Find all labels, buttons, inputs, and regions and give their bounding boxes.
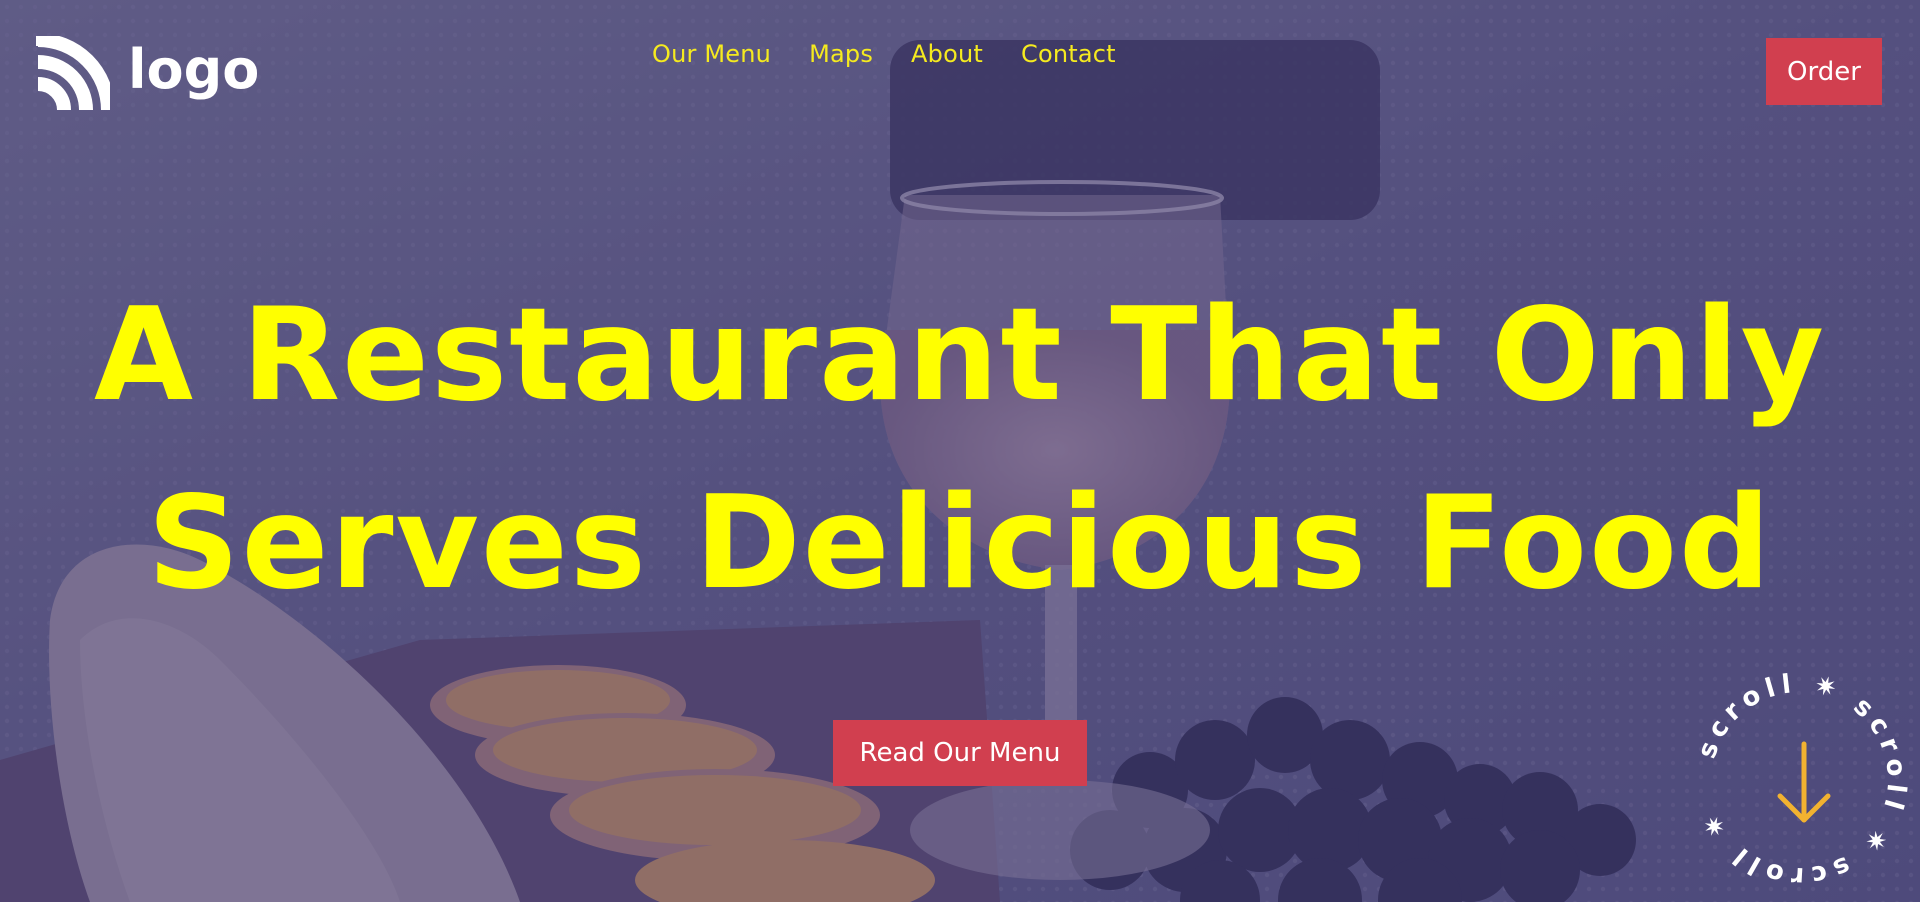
scroll-text-2: scroll (1848, 692, 1910, 819)
hero-section: logo Our Menu Maps About Contact Order A… (0, 0, 1920, 902)
nav-item-contact[interactable]: Contact (1021, 40, 1116, 68)
scroll-text-3: scroll (1724, 838, 1855, 890)
nav-item-about[interactable]: About (911, 40, 983, 68)
hero-headline-line-2: Serves Delicious Food (147, 469, 1773, 618)
rainbow-arcs-icon (36, 36, 110, 110)
arrow-down-icon (1777, 741, 1831, 823)
scroll-badge-text: scroll ✷ scroll ✷ scroll ✷ (1692, 670, 1910, 890)
read-menu-button[interactable]: Read Our Menu (833, 720, 1087, 786)
order-button[interactable]: Order (1766, 38, 1882, 105)
brand-logo[interactable]: logo (36, 36, 259, 110)
main-nav: Our Menu Maps About Contact (652, 40, 1116, 68)
nav-item-maps[interactable]: Maps (809, 40, 873, 68)
hero-headline-line-1: A Restaurant That Only (93, 281, 1827, 430)
nav-item-our-menu[interactable]: Our Menu (652, 40, 771, 68)
hero-headline: A Restaurant That Only Serves Delicious … (0, 262, 1920, 638)
scroll-text-1: scroll (1692, 670, 1798, 762)
logo-text: logo (128, 38, 260, 101)
scroll-badge[interactable]: scroll ✷ scroll ✷ scroll ✷ (1690, 670, 1910, 890)
